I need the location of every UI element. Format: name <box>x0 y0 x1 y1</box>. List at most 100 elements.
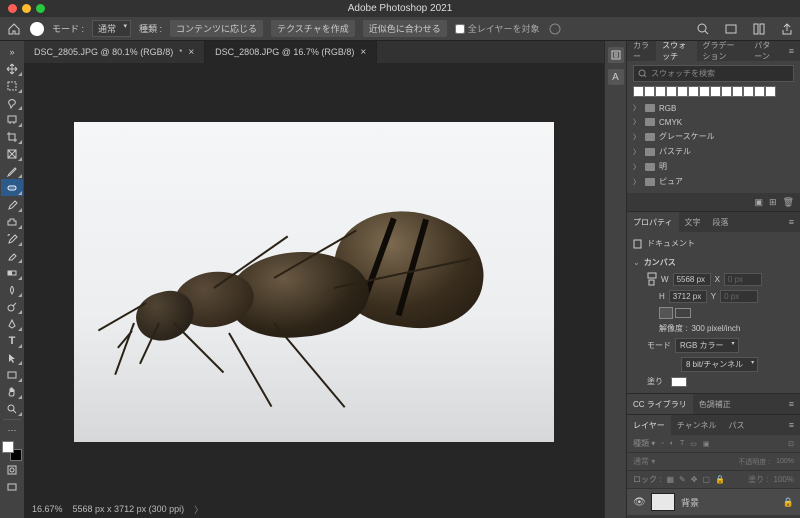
portrait-icon[interactable] <box>659 307 673 319</box>
filter-smart-icon[interactable]: ▣ <box>703 440 710 448</box>
filter-shape-icon[interactable]: ▭ <box>690 440 697 448</box>
swatch[interactable] <box>655 86 666 97</box>
all-layers-checkbox[interactable]: 全レイヤーを対象 <box>455 22 540 35</box>
tab-layers[interactable]: レイヤー <box>627 415 671 435</box>
dodge-tool[interactable] <box>1 298 23 315</box>
swatch[interactable] <box>677 86 688 97</box>
fill-swatch[interactable] <box>671 377 687 387</box>
tab-gradients[interactable]: グラデーション <box>697 41 749 61</box>
history-brush-tool[interactable] <box>1 230 23 247</box>
canvas[interactable] <box>24 63 604 500</box>
lock-pixels-icon[interactable]: ✎ <box>679 475 686 484</box>
swatch[interactable] <box>721 86 732 97</box>
height-field[interactable]: 3712 px <box>669 290 707 303</box>
tab-channels[interactable]: チャンネル <box>671 415 723 435</box>
y-field[interactable]: 0 px <box>720 290 758 303</box>
quick-mask-icon[interactable] <box>1 461 23 478</box>
workspace-icon[interactable] <box>752 22 766 36</box>
proximity-match-button[interactable]: 近似色に合わせる <box>363 20 447 37</box>
hand-tool[interactable] <box>1 383 23 400</box>
lock-all-icon[interactable]: 🔒 <box>715 475 725 484</box>
swatch[interactable] <box>666 86 677 97</box>
lock-transparency-icon[interactable]: ▦ <box>666 475 674 484</box>
filter-pixel-icon[interactable]: ▫ <box>661 440 663 447</box>
landscape-icon[interactable] <box>675 308 691 318</box>
tab-paragraph[interactable]: 段落 <box>707 212 735 232</box>
pen-tool[interactable] <box>1 315 23 332</box>
swatch-group[interactable]: 〉CMYK <box>633 115 794 129</box>
lock-icon[interactable]: 🔒 <box>783 497 794 508</box>
lock-artboard-icon[interactable]: ▢ <box>702 475 710 484</box>
swatch-group[interactable]: 〉グレースケール <box>633 129 794 144</box>
tab-properties[interactable]: プロパティ <box>627 212 679 232</box>
eraser-tool[interactable] <box>1 247 23 264</box>
healing-brush-tool[interactable] <box>1 179 23 196</box>
cloud-docs-icon[interactable] <box>724 22 738 36</box>
marquee-tool[interactable] <box>1 77 23 94</box>
swatch[interactable] <box>732 86 743 97</box>
close-icon[interactable] <box>8 4 17 13</box>
blur-tool[interactable] <box>1 281 23 298</box>
width-field[interactable]: 5568 px <box>673 273 711 286</box>
selection-tool[interactable] <box>1 111 23 128</box>
zoom-value[interactable]: 16.67% <box>32 504 63 514</box>
create-texture-button[interactable]: テクスチャを作成 <box>271 20 355 37</box>
new-icon[interactable]: ⊞ <box>769 197 777 208</box>
home-icon[interactable] <box>6 21 22 37</box>
pressure-icon[interactable] <box>547 21 563 37</box>
brush-preview[interactable] <box>30 22 44 36</box>
lasso-tool[interactable] <box>1 94 23 111</box>
collapse-icon[interactable]: » <box>1 43 23 60</box>
brush-tool[interactable] <box>1 196 23 213</box>
panel-menu-icon[interactable]: ≡ <box>783 399 800 409</box>
tab-patterns[interactable]: パターン <box>748 41 782 61</box>
minimize-icon[interactable] <box>22 4 31 13</box>
edit-toolbar-icon[interactable]: ⋯ <box>1 422 23 439</box>
panel-menu-icon[interactable]: ≡ <box>783 46 800 56</box>
color-swatches[interactable] <box>2 441 22 461</box>
tab-adjustments[interactable]: 色調補正 <box>693 394 737 414</box>
swatch[interactable] <box>644 86 655 97</box>
shape-tool[interactable] <box>1 366 23 383</box>
swatch-search[interactable]: スウォッチを検索 <box>633 65 794 82</box>
layer-thumbnail[interactable] <box>651 493 675 511</box>
swatch[interactable] <box>754 86 765 97</box>
path-selection-tool[interactable] <box>1 349 23 366</box>
document-tab[interactable]: DSC_2808.JPG @ 16.7% (RGB/8) × <box>205 41 377 63</box>
panel-menu-icon[interactable]: ≡ <box>783 420 800 430</box>
visibility-icon[interactable]: 👁 <box>633 497 645 508</box>
swatch[interactable] <box>633 86 644 97</box>
trash-icon[interactable]: 🗑 <box>783 197 794 208</box>
swatch-group[interactable]: 〉RGB <box>633 101 794 115</box>
swatch[interactable] <box>765 86 776 97</box>
swatch-group[interactable]: 〉明 <box>633 159 794 174</box>
swatch[interactable] <box>710 86 721 97</box>
gradient-tool[interactable] <box>1 264 23 281</box>
folder-icon[interactable]: ▣ <box>755 197 764 208</box>
filter-toggle[interactable]: ⊡ <box>788 440 794 448</box>
x-field[interactable]: 0 px <box>724 273 762 286</box>
search-icon[interactable] <box>696 22 710 36</box>
swatch[interactable] <box>699 86 710 97</box>
share-icon[interactable] <box>780 22 794 36</box>
frame-tool[interactable] <box>1 145 23 162</box>
color-mode-select[interactable]: RGB カラー <box>675 338 739 353</box>
document-tab[interactable]: DSC_2805.JPG @ 80.1% (RGB/8) * × <box>24 41 205 63</box>
tab-character[interactable]: 文字 <box>679 212 707 232</box>
bit-depth-select[interactable]: 8 bit/チャンネル <box>681 357 758 372</box>
blend-mode-select[interactable]: 通常 ▾ <box>633 456 655 467</box>
swatch[interactable] <box>743 86 754 97</box>
tab-swatches[interactable]: スウォッチ <box>656 41 696 61</box>
content-aware-button[interactable]: コンテンツに応じる <box>170 20 263 37</box>
tab-libraries[interactable]: CC ライブラリ <box>627 394 693 414</box>
blend-mode-select[interactable]: 通常 <box>92 20 131 37</box>
layer-row[interactable]: 👁 背景 🔒 <box>627 489 800 515</box>
layer-name[interactable]: 背景 <box>681 496 699 509</box>
panel-menu-icon[interactable]: ≡ <box>783 217 800 227</box>
history-panel-icon[interactable] <box>608 47 624 63</box>
close-icon[interactable]: × <box>360 47 366 58</box>
chevron-right-icon[interactable]: 〉 <box>194 503 203 516</box>
character-panel-icon[interactable]: A <box>608 69 624 85</box>
clone-stamp-tool[interactable] <box>1 213 23 230</box>
maximize-icon[interactable] <box>36 4 45 13</box>
